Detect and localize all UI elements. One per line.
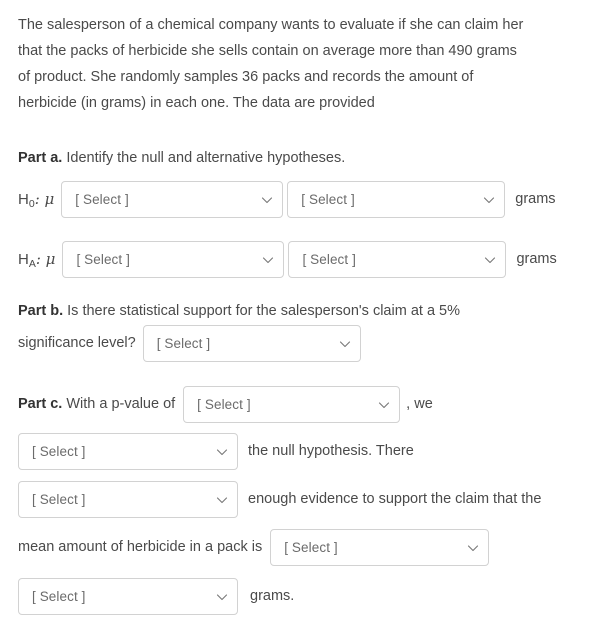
part-c-final-value: [ Select ]	[32, 588, 86, 604]
alt-hypothesis-label: HA: μ	[18, 247, 55, 272]
chevron-down-icon	[216, 591, 228, 603]
h-subscript: A	[28, 257, 36, 270]
null-hypothesis-unit: grams	[515, 190, 556, 207]
alt-hypothesis-operator-select[interactable]: [ Select ]	[62, 241, 285, 278]
chevron-down-icon	[378, 399, 390, 411]
stem-line-4: herbicide (in grams) in each one. The da…	[18, 95, 375, 111]
null-hypothesis-operator-select[interactable]: [ Select ]	[61, 181, 284, 218]
part-c-evidence-value: [ Select ]	[32, 491, 86, 507]
part-b-prompt-line2: significance level?	[18, 334, 136, 351]
part-c-mean-lead: mean amount of herbicide in a pack is	[18, 538, 263, 555]
h-symbol: H	[18, 250, 29, 268]
chevron-down-icon	[262, 254, 274, 266]
null-hypothesis-label: H0: μ	[18, 187, 54, 212]
part-a-label: Part a.	[18, 150, 63, 166]
alt-hypothesis-operator-value: [ Select ]	[76, 251, 130, 267]
part-c-after-pvalue: , we	[406, 395, 433, 412]
part-c-prompt-lead: With a p-value of	[62, 395, 176, 412]
h-symbol: H	[18, 190, 29, 208]
part-b-answer-value: [ Select ]	[156, 335, 211, 351]
part-c-mean-select[interactable]: [ Select ]	[270, 529, 490, 566]
alt-hypothesis-number-value: [ Select ]	[302, 251, 356, 267]
part-c-mean-value: [ Select ]	[284, 539, 338, 555]
chevron-down-icon	[484, 254, 496, 266]
alt-hypothesis-unit: grams	[516, 250, 557, 267]
part-c-final-select[interactable]: [ Select ]	[18, 578, 238, 615]
part-c-after-evidence: enough evidence to support the claim tha…	[248, 490, 542, 507]
stem-line-1: The salesperson of a chemical company wa…	[18, 17, 524, 33]
chevron-down-icon	[261, 194, 273, 206]
chevron-down-icon	[339, 338, 351, 350]
part-c-text: Part c. With a p-value of	[18, 393, 175, 416]
part-c-pvalue-select[interactable]: [ Select ]	[183, 386, 401, 423]
part-b-heading: Part b. Is there statistical support for…	[18, 298, 460, 324]
chevron-down-icon	[216, 446, 228, 458]
part-a-prompt: Identify the null and alternative hypoth…	[62, 150, 346, 166]
part-c-pvalue-row: Part c. With a p-value of [ Select ] , w…	[18, 386, 433, 423]
part-b-label: Part b.	[18, 303, 64, 319]
part-a-text: Part a. Identify the null and alternativ…	[18, 145, 345, 171]
h-mu: : μ	[34, 189, 55, 208]
part-b-answer-row: significance level? [ Select ]	[18, 325, 361, 362]
part-c-decision-row: [ Select ] the null hypothesis. There	[18, 433, 414, 470]
part-c-pvalue-value: [ Select ]	[197, 396, 251, 412]
null-hypothesis-operator-value: [ Select ]	[75, 191, 129, 207]
stem-line-3: of product. She randomly samples 36 pack…	[18, 69, 474, 85]
part-c-label: Part c.	[18, 395, 63, 412]
part-b-text: Part b. Is there statistical support for…	[18, 298, 460, 324]
null-hypothesis-value-select[interactable]: [ Select ]	[287, 181, 506, 218]
part-c-final-unit: grams.	[250, 587, 295, 604]
alt-hypothesis-value-select[interactable]: [ Select ]	[288, 241, 507, 278]
part-b-answer-select[interactable]: [ Select ]	[142, 325, 361, 362]
chevron-down-icon	[216, 494, 228, 506]
stem-line-2: that the packs of herbicide she sells co…	[18, 43, 517, 59]
null-hypothesis-number-value: [ Select ]	[301, 191, 355, 207]
part-c-evidence-select[interactable]: [ Select ]	[18, 481, 238, 518]
alt-hypothesis-row: HA: μ [ Select ] [ Select ] grams	[18, 241, 557, 278]
part-b-prompt-line1: Is there statistical support for the sal…	[63, 303, 460, 319]
part-c-evidence-row: [ Select ] enough evidence to support th…	[18, 481, 541, 518]
h-subscript: 0	[28, 197, 35, 210]
h-mu: : μ	[35, 249, 56, 268]
part-c-decision-value: [ Select ]	[32, 443, 86, 459]
null-hypothesis-row: H0: μ [ Select ] [ Select ] grams	[18, 181, 556, 218]
question-page: The salesperson of a chemical company wa…	[0, 0, 594, 642]
chevron-down-icon	[483, 194, 495, 206]
part-c-final-row: [ Select ] grams.	[18, 578, 294, 615]
part-a-heading: Part a. Identify the null and alternativ…	[18, 145, 345, 171]
part-c-decision-select[interactable]: [ Select ]	[18, 433, 238, 470]
question-stem: The salesperson of a chemical company wa…	[18, 12, 580, 116]
chevron-down-icon	[467, 542, 479, 554]
part-c-mean-row: mean amount of herbicide in a pack is [ …	[18, 529, 490, 566]
part-c-after-decision: the null hypothesis. There	[248, 442, 414, 459]
